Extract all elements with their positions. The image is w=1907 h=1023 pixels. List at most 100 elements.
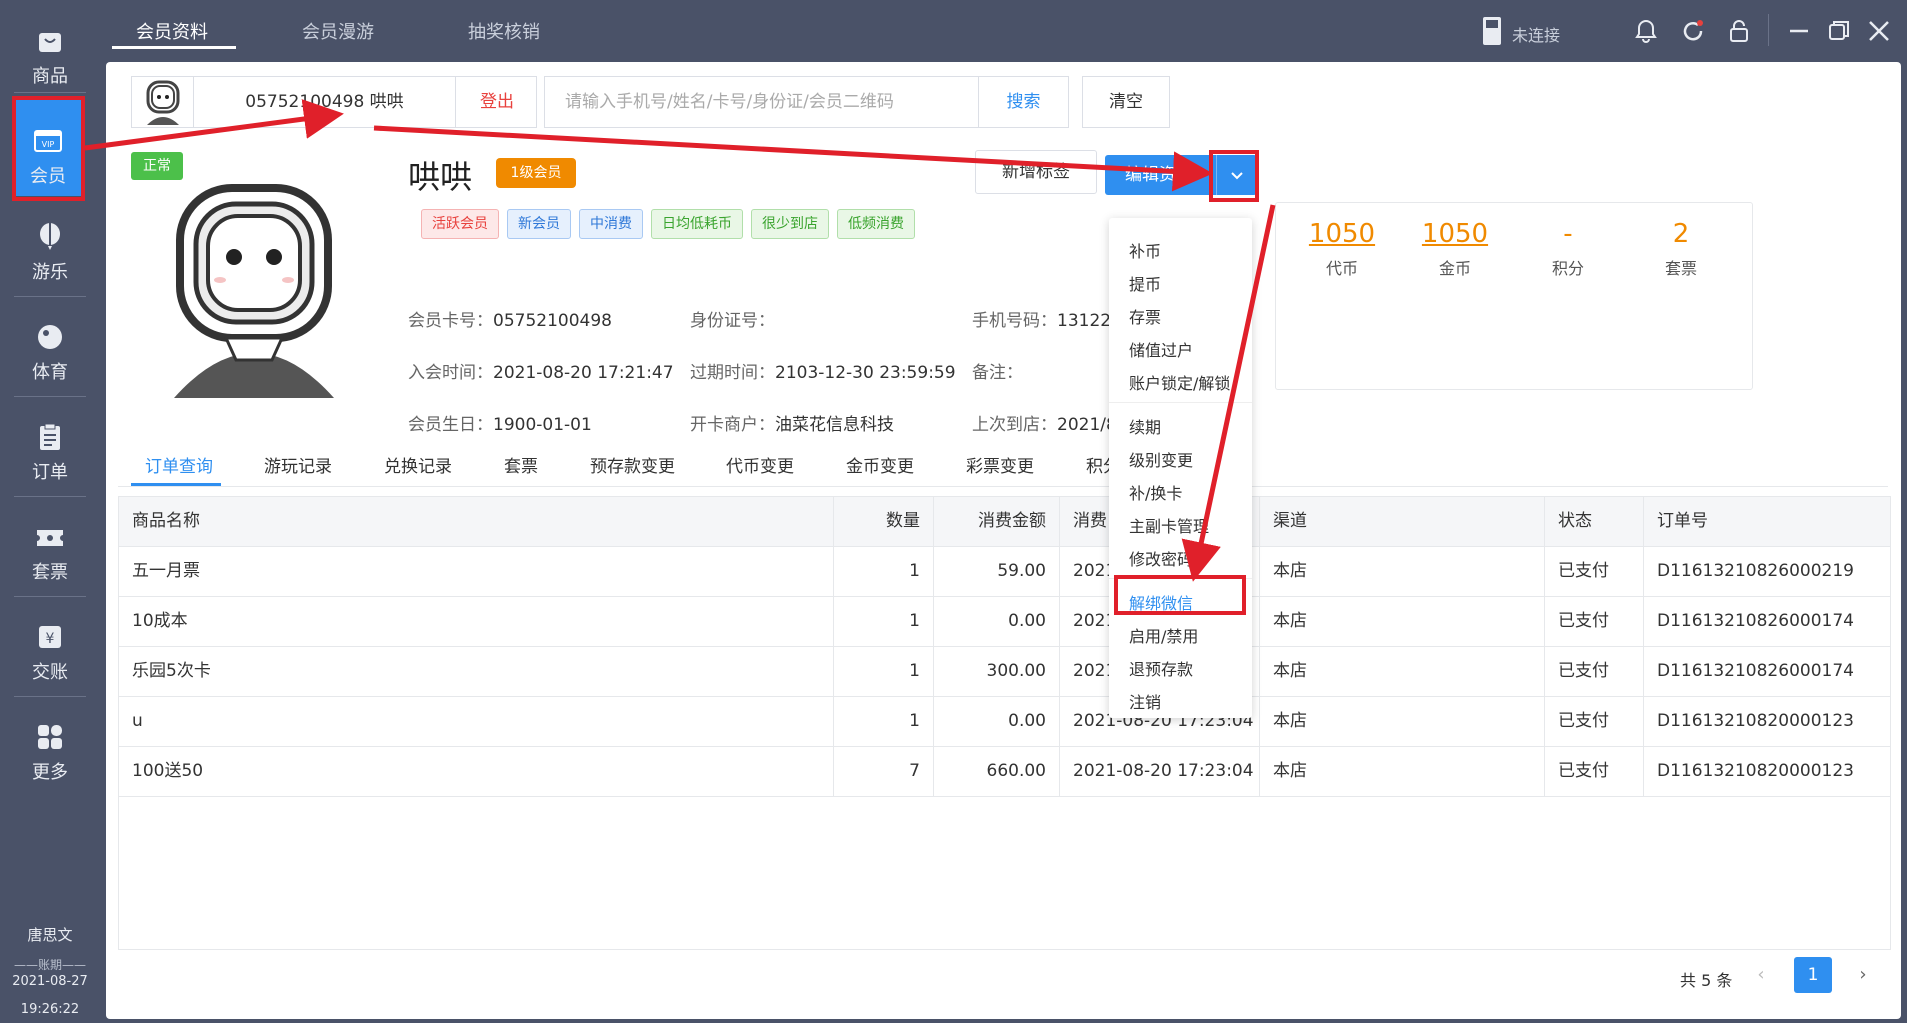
logout-button[interactable]: 登出 [457, 77, 537, 127]
level-badge: 1级会员 [496, 158, 576, 188]
avatar [132, 77, 194, 127]
info-remark: 备注： [972, 358, 1023, 383]
table-cell: 五一月票 [119, 547, 834, 596]
sidebar-item-label: 交账 [32, 662, 68, 683]
menu-item-add-coins[interactable]: 补币 [1129, 238, 1161, 262]
menu-item-lock-account[interactable]: 账户锁定/解锁 [1129, 370, 1230, 394]
clipboard-icon [40, 423, 60, 450]
table-cell: 300.00 [934, 647, 1060, 696]
status-badge: 正常 [131, 152, 183, 180]
divider [118, 486, 1888, 487]
table-cell: 本店 [1260, 747, 1545, 796]
menu-item-transfer-balance[interactable]: 储值过户 [1129, 337, 1193, 361]
close-icon[interactable] [1866, 18, 1892, 44]
field-value: 13122 [1057, 311, 1112, 331]
sidebar-item-orders[interactable]: 订单 [0, 404, 100, 499]
menu-item-cancel-member[interactable]: 注销 [1129, 689, 1161, 713]
sidebar-item-label: 订单 [32, 462, 68, 483]
card-reader-icon [1483, 17, 1501, 45]
menu-item-sub-card[interactable]: 主副卡管理 [1129, 513, 1209, 537]
member-search-input[interactable]: 请输入手机号/姓名/卡号/身份证/会员二维码 [544, 76, 979, 128]
menu-item-store-tickets[interactable]: 存票 [1129, 304, 1161, 328]
bell-icon[interactable] [1633, 18, 1659, 44]
tab-play-records[interactable]: 游玩记录 [264, 452, 332, 477]
stat-gold-coins[interactable]: 1050 金币 [1405, 219, 1505, 279]
table-cell: 0.00 [934, 597, 1060, 646]
field-value: 1900-01-01 [493, 415, 592, 435]
menu-item-withdraw-coins[interactable]: 提币 [1129, 271, 1161, 295]
tab-order-query[interactable]: 订单查询 [145, 452, 213, 477]
edit-profile-menu: 补币 提币 存票 储值过户 账户锁定/解锁 续期 级别变更 补/换卡 主副卡管理… [1109, 218, 1252, 718]
table-row[interactable]: 100送50 7 660.00 2021-08-20 17:23:04 本店 已支付 D11… [119, 747, 1890, 797]
current-member-id: 05752100498 哄哄 [194, 77, 456, 127]
refresh-icon[interactable] [1680, 18, 1706, 44]
tab-deposit-changes[interactable]: 预存款变更 [590, 452, 675, 477]
prev-page-button[interactable]: ‹ [1746, 957, 1776, 993]
period-date: 2021-08-27 [12, 974, 88, 989]
table-cell: 乐园5次卡 [119, 647, 834, 696]
tab-exchange-records[interactable]: 兑换记录 [384, 452, 452, 477]
sidebar-item-label: 商品 [32, 66, 68, 87]
stat-tokens[interactable]: 1050 代币 [1292, 219, 1392, 279]
sidebar-item-more[interactable]: 更多 [0, 704, 100, 799]
column-header: 商品名称 [119, 497, 834, 546]
table-cell: 已支付 [1545, 747, 1644, 796]
tab-lottery-changes[interactable]: 彩票变更 [966, 452, 1034, 477]
tab-member-roaming[interactable]: 会员漫游 [302, 18, 374, 44]
clear-button[interactable]: 清空 [1082, 76, 1170, 128]
field-label: 会员生日： [408, 415, 493, 435]
info-merchant: 开卡商户：油菜花信息科技 [690, 410, 894, 435]
menu-item-replace-card[interactable]: 补/换卡 [1129, 480, 1182, 504]
tab-gold-changes[interactable]: 金币变更 [846, 452, 914, 477]
column-header: 订单号 [1657, 511, 1708, 531]
field-label: 手机号码： [972, 311, 1057, 331]
table-cell: 59.00 [934, 547, 1060, 596]
field-label: 上次到店： [972, 415, 1057, 435]
restore-icon[interactable] [1826, 18, 1852, 44]
lock-icon[interactable] [1726, 18, 1752, 44]
field-label: 身份证号： [690, 311, 775, 331]
member-tags: 活跃会员 新会员 中消费 日均低耗币 很少到店 低频消费 [421, 209, 915, 239]
table-cell: 0.00 [934, 697, 1060, 746]
table-row[interactable]: 五一月票 1 59.00 2021 本店 已支付 D11613210826000219 [119, 547, 1890, 597]
top-bar: 会员资料 会员漫游 抽奖核销 未连接 [106, 0, 1907, 62]
sidebar-item-packages[interactable]: 套票 [0, 504, 100, 599]
table-cell: 10成本 [119, 597, 834, 646]
table-cell: 1 [834, 597, 934, 646]
sidebar-item-settlement[interactable]: ¥ 交账 [0, 604, 100, 699]
info-card-number: 会员卡号：05752100498 [408, 306, 612, 331]
divider [14, 396, 86, 397]
annotation-box [1114, 575, 1246, 615]
stat-label: 积分 [1551, 259, 1584, 278]
menu-item-refund-deposit[interactable]: 退预存款 [1129, 656, 1193, 680]
field-value: 2103-12-30 23:59:59 [775, 363, 956, 383]
sidebar-item-sports[interactable]: 体育 [0, 304, 100, 399]
menu-item-change-password[interactable]: 修改密码 [1129, 546, 1193, 570]
page-button-current[interactable]: 1 [1794, 957, 1832, 993]
stat-label: 代币 [1325, 259, 1358, 278]
tag-rare-visits: 很少到店 [751, 209, 829, 239]
stat-points: - 积分 [1518, 219, 1618, 279]
search-button[interactable]: 搜索 [979, 76, 1069, 128]
next-page-button[interactable]: › [1848, 957, 1878, 993]
menu-item-enable-disable[interactable]: 启用/禁用 [1129, 623, 1198, 647]
sidebar-item-amusement[interactable]: 游乐 [0, 204, 100, 299]
add-tag-button[interactable]: 新增标签 [975, 150, 1097, 194]
column-header: 渠道 [1260, 497, 1545, 546]
tab-packages[interactable]: 套票 [504, 452, 538, 477]
minimize-icon[interactable] [1786, 18, 1812, 44]
tab-token-changes[interactable]: 代币变更 [726, 452, 794, 477]
sidebar-item-goods[interactable]: 商品 [0, 8, 100, 103]
table-cell: 本店 [1260, 647, 1545, 696]
table-row[interactable]: 10成本 1 0.00 2021 本店 已支付 D11613210826000174 [119, 597, 1890, 647]
pagination-total: 共 5 条 [1680, 971, 1733, 990]
menu-item-change-level[interactable]: 级别变更 [1129, 447, 1193, 471]
table-row[interactable]: u 1 0.00 2021-08-20 17:23:04 本店 已支付 D116132108… [119, 697, 1890, 747]
menu-item-renew[interactable]: 续期 [1129, 414, 1161, 438]
tab-member-info[interactable]: 会员资料 [136, 18, 208, 44]
field-label: 备注： [972, 363, 1023, 383]
table-cell: 已支付 [1545, 647, 1644, 696]
tab-lottery-redeem[interactable]: 抽奖核销 [468, 18, 540, 44]
balloon-icon [40, 223, 60, 250]
table-row[interactable]: 乐园5次卡 1 300.00 2021 本店 已支付 D11613210826000174 [119, 647, 1890, 697]
